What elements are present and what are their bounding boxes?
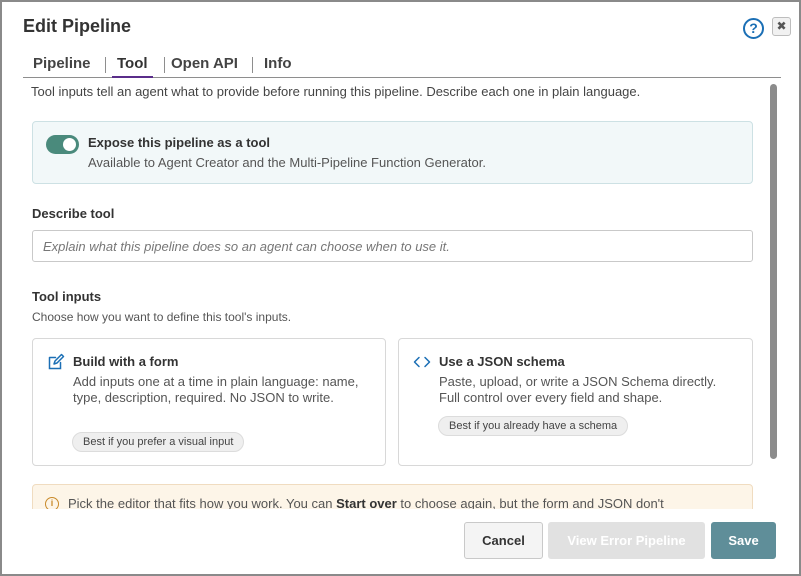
save-button[interactable]: Save bbox=[711, 522, 776, 559]
tab-open-api[interactable]: Open API bbox=[171, 54, 238, 78]
edit-pipeline-dialog: Edit Pipeline ? ✖ Pipeline Tool Open API… bbox=[0, 0, 801, 576]
tab-tool[interactable]: Tool bbox=[112, 54, 153, 78]
view-error-pipeline-button[interactable]: View Error Pipeline bbox=[548, 522, 705, 559]
dialog-title: Edit Pipeline bbox=[23, 16, 132, 36]
hint-text: Pick the editor that fits how you work. … bbox=[68, 496, 664, 509]
tool-inputs-subtitle: Choose how you want to define this tool'… bbox=[32, 310, 292, 324]
tab-divider bbox=[252, 57, 253, 73]
use-json-schema-card[interactable]: Use a JSON schema Paste, upload, or writ… bbox=[398, 338, 753, 466]
tab-divider bbox=[105, 57, 106, 73]
expose-tool-title: Expose this pipeline as a tool bbox=[88, 135, 271, 150]
card-description: Paste, upload, or write a JSON Schema di… bbox=[439, 374, 717, 405]
card-title: Build with a form bbox=[73, 354, 179, 369]
card-badge: Best if you already have a schema bbox=[438, 416, 629, 436]
question-circle-icon[interactable]: ? bbox=[743, 18, 764, 39]
describe-tool-label: Describe tool bbox=[32, 206, 115, 221]
hint-text-after: to choose again, but the form and JSON d… bbox=[396, 496, 664, 509]
content-scrollbar[interactable] bbox=[770, 84, 777, 459]
editor-hint-banner: i Pick the editor that fits how you work… bbox=[32, 484, 753, 509]
info-icon: i bbox=[45, 497, 59, 509]
close-icon[interactable]: ✖ bbox=[772, 17, 791, 36]
intro-text: Tool inputs tell an agent what to provid… bbox=[31, 84, 641, 99]
card-description: Add inputs one at a time in plain langua… bbox=[73, 374, 359, 405]
card-badge: Best if you prefer a visual input bbox=[72, 432, 245, 452]
cancel-button[interactable]: Cancel bbox=[464, 522, 543, 559]
card-title: Use a JSON schema bbox=[439, 354, 565, 369]
tool-tab-panel: Tool inputs tell an agent what to provid… bbox=[2, 79, 768, 509]
build-with-form-card[interactable]: Build with a form Add inputs one at a ti… bbox=[32, 338, 386, 466]
expose-tool-panel: Expose this pipeline as a tool Available… bbox=[32, 121, 753, 184]
edit-icon bbox=[48, 353, 65, 370]
hint-text-before: Pick the editor that fits how you work. … bbox=[68, 496, 337, 509]
expose-tool-toggle[interactable] bbox=[46, 135, 79, 154]
tab-info[interactable]: Info bbox=[264, 54, 292, 78]
tab-pipeline[interactable]: Pipeline bbox=[33, 54, 91, 78]
toggle-knob bbox=[63, 138, 76, 151]
tab-divider bbox=[164, 57, 165, 73]
expose-tool-subtitle: Available to Agent Creator and the Multi… bbox=[88, 155, 486, 170]
tool-inputs-label: Tool inputs bbox=[32, 289, 102, 304]
start-over-emphasis: Start over bbox=[336, 496, 397, 509]
describe-tool-input[interactable] bbox=[32, 230, 753, 262]
code-icon bbox=[413, 356, 431, 368]
tab-bar: Pipeline Tool Open API Info bbox=[23, 54, 781, 78]
